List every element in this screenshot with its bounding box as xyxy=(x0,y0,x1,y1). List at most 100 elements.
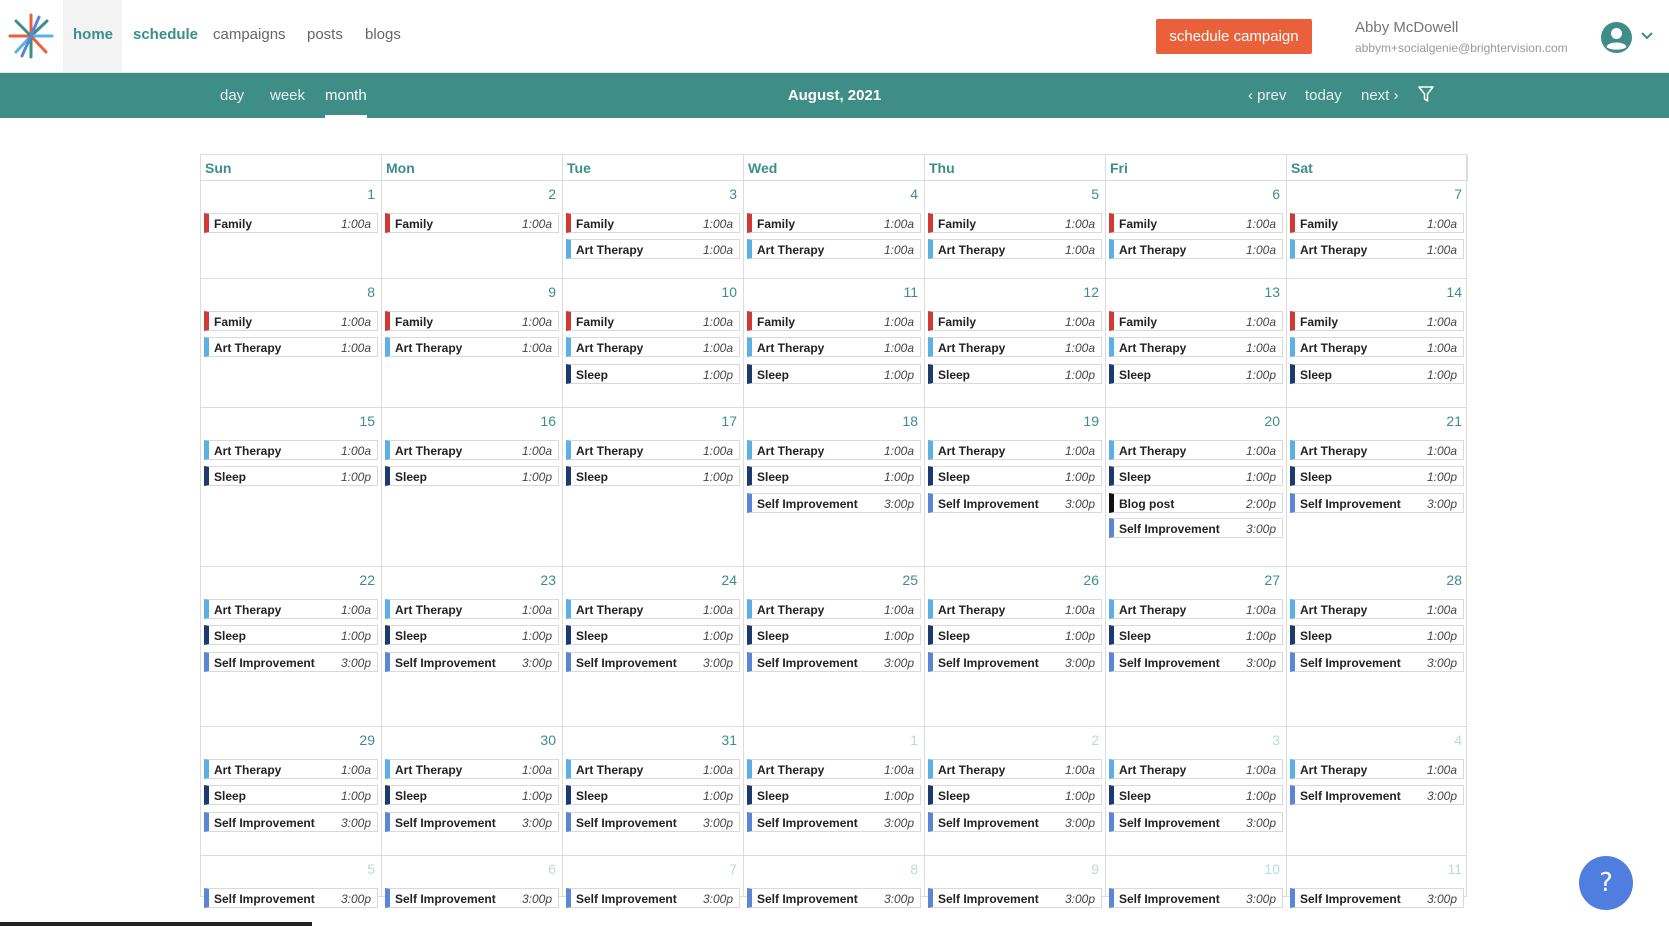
calendar-event[interactable]: Art Therapy 1:00a xyxy=(1290,337,1464,357)
day-number[interactable]: 25 xyxy=(902,572,918,588)
nav-blogs[interactable]: blogs xyxy=(365,26,401,43)
day-number[interactable]: 9 xyxy=(548,284,556,300)
calendar-event[interactable]: Family 1:00a xyxy=(928,213,1102,233)
calendar-event[interactable]: Art Therapy 1:00a xyxy=(747,759,921,779)
calendar-event[interactable]: Sleep 1:00p xyxy=(1109,364,1283,384)
day-number[interactable]: 8 xyxy=(910,861,918,877)
day-number[interactable]: 15 xyxy=(359,413,375,429)
day-cell[interactable]: 1 Art Therapy 1:00a Sleep 1:00p Self Improvem… xyxy=(744,727,925,855)
calendar-event[interactable]: Self Improvement 3:00p xyxy=(747,652,921,672)
day-number[interactable]: 29 xyxy=(359,732,375,748)
calendar-event[interactable]: Self Improvement 3:00p xyxy=(566,652,740,672)
calendar-event[interactable]: Family 1:00a xyxy=(566,213,740,233)
calendar-event[interactable]: Sleep 1:00p xyxy=(1109,625,1283,645)
day-cell[interactable]: 23 Art Therapy 1:00a Sleep 1:00p Self Improve… xyxy=(382,567,563,726)
day-number[interactable]: 8 xyxy=(367,284,375,300)
calendar-event[interactable]: Sleep 1:00p xyxy=(1109,466,1283,486)
day-number[interactable]: 6 xyxy=(548,861,556,877)
day-number[interactable]: 21 xyxy=(1446,413,1462,429)
day-cell[interactable]: 3 Family 1:00a Art Therapy 1:00a xyxy=(563,181,744,278)
day-cell[interactable]: 26 Art Therapy 1:00a Sleep 1:00p Self Improve… xyxy=(925,567,1106,726)
day-cell[interactable]: 29 Art Therapy 1:00a Sleep 1:00p Self Improve… xyxy=(201,727,382,855)
day-number[interactable]: 6 xyxy=(1272,186,1280,202)
day-cell[interactable]: 11 Family 1:00a Art Therapy 1:00a Sleep 1:00p xyxy=(744,279,925,407)
day-cell[interactable]: 3 Art Therapy 1:00a Sleep 1:00p Self Improvem… xyxy=(1106,727,1287,855)
day-number[interactable]: 7 xyxy=(729,861,737,877)
day-number[interactable]: 10 xyxy=(721,284,737,300)
calendar-event[interactable]: Family 1:00a xyxy=(747,213,921,233)
day-cell[interactable]: 14 Family 1:00a Art Therapy 1:00a Sleep 1:00p xyxy=(1287,279,1468,407)
calendar-event[interactable]: Sleep 1:00p xyxy=(385,785,559,805)
calendar-event[interactable]: Art Therapy 1:00a xyxy=(566,440,740,460)
calendar-event[interactable]: Self Improvement 3:00p xyxy=(928,652,1102,672)
calendar-event[interactable]: Art Therapy 1:00a xyxy=(1109,239,1283,259)
day-cell[interactable]: 10 Self Improvement 3:00p xyxy=(1106,856,1287,908)
calendar-event[interactable]: Self Improvement 3:00p xyxy=(1109,652,1283,672)
calendar-event[interactable]: Sleep 1:00p xyxy=(204,466,378,486)
calendar-event[interactable]: Sleep 1:00p xyxy=(1109,785,1283,805)
day-cell[interactable]: 7 Self Improvement 3:00p xyxy=(563,856,744,908)
calendar-event[interactable]: Art Therapy 1:00a xyxy=(204,440,378,460)
day-cell[interactable]: 22 Art Therapy 1:00a Sleep 1:00p Self Improve… xyxy=(201,567,382,726)
calendar-event[interactable]: Self Improvement 3:00p xyxy=(204,812,378,832)
calendar-event[interactable]: Art Therapy 1:00a xyxy=(747,239,921,259)
day-cell[interactable]: 8 Family 1:00a Art Therapy 1:00a xyxy=(201,279,382,407)
day-cell[interactable]: 6 Family 1:00a Art Therapy 1:00a xyxy=(1106,181,1287,278)
day-number[interactable]: 14 xyxy=(1446,284,1462,300)
calendar-event[interactable]: Self Improvement 3:00p xyxy=(385,652,559,672)
starburst-logo-icon[interactable] xyxy=(8,12,54,60)
calendar-event[interactable]: Family 1:00a xyxy=(1109,311,1283,331)
day-cell[interactable]: 4 Art Therapy 1:00a Self Improvement 3:00p xyxy=(1287,727,1468,855)
day-number[interactable]: 19 xyxy=(1083,413,1099,429)
calendar-event[interactable]: Sleep 1:00p xyxy=(1290,625,1464,645)
calendar-event[interactable]: Self Improvement 3:00p xyxy=(928,812,1102,832)
day-number[interactable]: 5 xyxy=(367,861,375,877)
calendar-event[interactable]: Self Improvement 3:00p xyxy=(385,812,559,832)
calendar-event[interactable]: Art Therapy 1:00a xyxy=(1290,239,1464,259)
calendar-event[interactable]: Family 1:00a xyxy=(385,213,559,233)
calendar-event[interactable]: Family 1:00a xyxy=(928,311,1102,331)
calendar-event[interactable]: Family 1:00a xyxy=(747,311,921,331)
day-number[interactable]: 18 xyxy=(902,413,918,429)
day-number[interactable]: 3 xyxy=(729,186,737,202)
calendar-event[interactable]: Sleep 1:00p xyxy=(928,364,1102,384)
day-cell[interactable]: 31 Art Therapy 1:00a Sleep 1:00p Self Improve… xyxy=(563,727,744,855)
nav-schedule[interactable]: schedule xyxy=(133,26,198,43)
day-number[interactable]: 22 xyxy=(359,572,375,588)
day-number[interactable]: 24 xyxy=(721,572,737,588)
calendar-event[interactable]: Sleep 1:00p xyxy=(204,785,378,805)
calendar-event[interactable]: Self Improvement 3:00p xyxy=(928,493,1102,513)
calendar-event[interactable]: Blog post 2:00p xyxy=(1109,493,1283,513)
calendar-event[interactable]: Sleep 1:00p xyxy=(928,625,1102,645)
calendar-event[interactable]: Self Improvement 3:00p xyxy=(566,888,740,908)
day-number[interactable]: 9 xyxy=(1091,861,1099,877)
day-number[interactable]: 11 xyxy=(1447,861,1462,877)
day-cell[interactable]: 21 Art Therapy 1:00a Sleep 1:00p Self Improve… xyxy=(1287,408,1468,566)
nav-home[interactable]: home xyxy=(73,26,113,43)
day-cell[interactable]: 30 Art Therapy 1:00a Sleep 1:00p Self Improve… xyxy=(382,727,563,855)
day-cell[interactable]: 9 Self Improvement 3:00p xyxy=(925,856,1106,908)
calendar-event[interactable]: Art Therapy 1:00a xyxy=(1290,599,1464,619)
calendar-event[interactable]: Art Therapy 1:00a xyxy=(928,440,1102,460)
calendar-event[interactable]: Sleep 1:00p xyxy=(747,466,921,486)
day-cell[interactable]: 4 Family 1:00a Art Therapy 1:00a xyxy=(744,181,925,278)
day-number[interactable]: 17 xyxy=(721,413,737,429)
day-number[interactable]: 7 xyxy=(1454,186,1462,202)
calendar-event[interactable]: Art Therapy 1:00a xyxy=(928,759,1102,779)
calendar-event[interactable]: Art Therapy 1:00a xyxy=(747,440,921,460)
calendar-event[interactable]: Sleep 1:00p xyxy=(747,364,921,384)
day-cell[interactable]: 12 Family 1:00a Art Therapy 1:00a Sleep 1:00p xyxy=(925,279,1106,407)
calendar-event[interactable]: Self Improvement 3:00p xyxy=(385,888,559,908)
calendar-event[interactable]: Self Improvement 3:00p xyxy=(1290,493,1464,513)
day-cell[interactable]: 15 Art Therapy 1:00a Sleep 1:00p xyxy=(201,408,382,566)
day-number[interactable]: 27 xyxy=(1264,572,1280,588)
calendar-event[interactable]: Art Therapy 1:00a xyxy=(928,337,1102,357)
calendar-event[interactable]: Art Therapy 1:00a xyxy=(385,440,559,460)
calendar-event[interactable]: Art Therapy 1:00a xyxy=(928,599,1102,619)
calendar-event[interactable]: Art Therapy 1:00a xyxy=(385,599,559,619)
calendar-event[interactable]: Art Therapy 1:00a xyxy=(566,759,740,779)
day-cell[interactable]: 18 Art Therapy 1:00a Sleep 1:00p Self Improve… xyxy=(744,408,925,566)
day-number[interactable]: 26 xyxy=(1083,572,1099,588)
filter-icon[interactable] xyxy=(1418,86,1434,103)
calendar-event[interactable]: Sleep 1:00p xyxy=(385,625,559,645)
